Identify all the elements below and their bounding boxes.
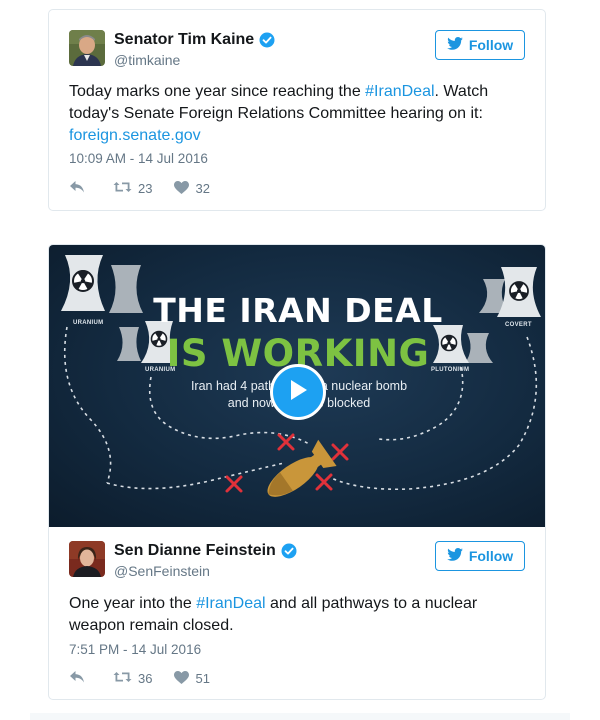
retweet-count: 23 <box>138 181 153 196</box>
bomb-icon <box>267 439 337 497</box>
heart-icon <box>174 670 195 687</box>
tweet-text: One year into the #IranDeal and all path… <box>69 593 527 637</box>
tweet-header: Sen Dianne Feinstein @SenFeinstein Follo… <box>69 541 525 581</box>
like-button[interactable]: 51 <box>174 670 210 687</box>
author-handle[interactable]: @timkaine <box>114 51 275 69</box>
avatar[interactable] <box>69 541 105 577</box>
like-button[interactable]: 32 <box>174 180 210 197</box>
timestamp[interactable]: 10:09 AM - 14 Jul 2016 <box>69 151 208 166</box>
tweet-text-part: One year into the <box>69 595 197 612</box>
follow-button[interactable]: Follow <box>435 30 525 60</box>
url-link[interactable]: foreign.senate.gov <box>69 127 201 144</box>
tweet-actions: 23 32 <box>69 180 232 197</box>
follow-button[interactable]: Follow <box>435 541 525 571</box>
follow-label: Follow <box>468 37 514 53</box>
verified-icon <box>281 543 297 559</box>
twitter-bird-icon <box>447 548 469 564</box>
next-card-edge <box>30 713 570 720</box>
play-button[interactable] <box>270 364 326 420</box>
tweet-header: Senator Tim Kaine @timkaine Follow <box>69 30 525 70</box>
author-block: Sen Dianne Feinstein @SenFeinstein <box>114 541 297 580</box>
retweet-button[interactable]: 23 <box>113 180 152 197</box>
reply-button[interactable] <box>69 180 91 197</box>
tweet-card: URANIUM URANIUM PLUTONIUM COVERT THE IRA… <box>48 244 546 700</box>
retweet-icon <box>113 670 138 687</box>
tweet-media-video[interactable]: URANIUM URANIUM PLUTONIUM COVERT THE IRA… <box>49 245 545 527</box>
tweet-card: Senator Tim Kaine @timkaine Follow Today… <box>48 9 546 211</box>
reply-button[interactable] <box>69 670 91 687</box>
like-count: 32 <box>195 181 210 196</box>
play-icon <box>287 378 309 407</box>
hashtag-link[interactable]: #IranDeal <box>196 595 265 612</box>
hashtag-link[interactable]: #IranDeal <box>365 83 434 100</box>
tweet-text-part: Today marks one year since reaching the <box>69 83 366 100</box>
retweet-icon <box>113 180 138 197</box>
follow-label: Follow <box>468 548 514 564</box>
reply-icon <box>69 180 91 197</box>
like-count: 51 <box>195 671 210 686</box>
retweet-count: 36 <box>138 671 153 686</box>
timestamp[interactable]: 7:51 PM - 14 Jul 2016 <box>69 642 201 657</box>
verified-icon <box>259 32 275 48</box>
media-title: THE IRAN DEAL <box>153 291 443 330</box>
retweet-button[interactable]: 36 <box>113 670 152 687</box>
avatar[interactable] <box>69 30 105 66</box>
reply-icon <box>69 670 91 687</box>
author-block: Senator Tim Kaine @timkaine <box>114 30 275 69</box>
heart-icon <box>174 180 195 197</box>
author-name[interactable]: Sen Dianne Feinstein <box>114 541 276 561</box>
author-name[interactable]: Senator Tim Kaine <box>114 30 254 50</box>
nuclear-icon <box>72 270 94 292</box>
tweet-text: Today marks one year since reaching the … <box>69 81 527 147</box>
twitter-bird-icon <box>447 37 469 53</box>
author-handle[interactable]: @SenFeinstein <box>114 562 297 580</box>
tweet-actions: 36 51 <box>69 670 232 687</box>
